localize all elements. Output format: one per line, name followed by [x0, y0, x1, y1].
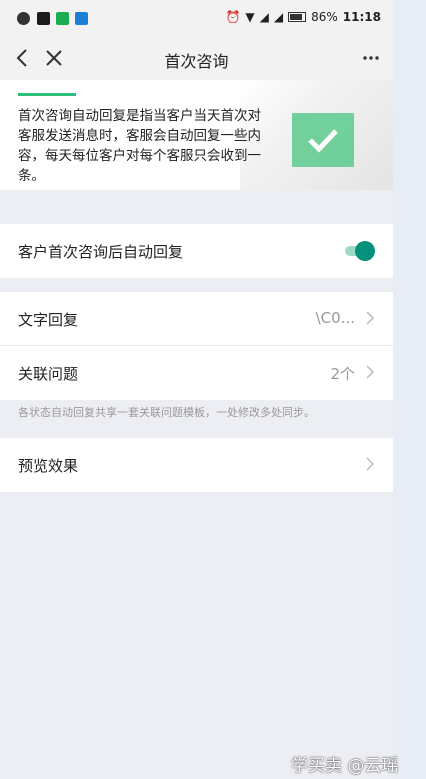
- toggle-knob: [355, 241, 375, 261]
- app-screen: ⏰ ▼ ◢ ◢ 86% 11:18 首次咨询 首次咨询自动回复是指当客户当天首次…: [0, 0, 393, 779]
- status-bar: ⏰ ▼ ◢ ◢ 86% 11:18: [0, 0, 393, 36]
- battery-icon: [288, 12, 307, 22]
- checkmark-icon: [292, 113, 354, 167]
- related-questions-label: 关联问题: [18, 365, 79, 383]
- preview-row[interactable]: 预览效果: [0, 438, 393, 492]
- related-questions-row[interactable]: 关联问题 2个: [0, 346, 393, 400]
- chevron-right-icon: [366, 311, 375, 325]
- chevron-right-icon: [366, 457, 375, 471]
- app-icon-dark: [17, 12, 30, 25]
- banner-accent-bar: [18, 93, 76, 96]
- shared-template-hint: 各状态自动回复共享一套关联问题模板，一处修改多处同步。: [18, 406, 315, 419]
- more-icon[interactable]: [357, 44, 385, 72]
- clock: 11:18: [342, 10, 381, 24]
- chevron-right-icon: [366, 365, 375, 379]
- auto-reply-toggle[interactable]: [345, 241, 375, 261]
- banner-text: 首次咨询自动回复是指当客户当天首次对客服发送消息时，客服会自动回复一些内容，每天…: [18, 108, 261, 184]
- signal-icon: ◢: [273, 10, 284, 24]
- auto-reply-label: 客户首次咨询后自动回复: [18, 243, 184, 261]
- navigation-bar: 首次咨询: [0, 36, 393, 81]
- signal-icon: ◢: [259, 10, 269, 24]
- page-title: 首次咨询: [164, 52, 229, 71]
- background-strip: [393, 0, 426, 779]
- battery-level: 86%: [311, 10, 338, 24]
- preview-label: 预览效果: [18, 457, 79, 475]
- watermark: 学买卖 @云瑶: [291, 756, 399, 776]
- info-banner: 首次咨询自动回复是指当客户当天首次对客服发送消息时，客服会自动回复一些内容，每天…: [0, 80, 393, 190]
- auto-reply-row: 客户首次咨询后自动回复: [0, 224, 393, 278]
- app-icon-green: [56, 12, 69, 25]
- related-questions-count: 2个: [330, 365, 355, 383]
- text-reply-label: 文字回复: [18, 311, 79, 329]
- text-reply-value: \C0...: [315, 309, 355, 327]
- app-icon-terminal: [37, 12, 50, 25]
- app-icon-blue: [75, 12, 88, 25]
- alarm-icon: ⏰: [225, 10, 241, 24]
- text-reply-row[interactable]: 文字回复 \C0...: [0, 292, 393, 346]
- wifi-icon: ▼: [245, 10, 255, 24]
